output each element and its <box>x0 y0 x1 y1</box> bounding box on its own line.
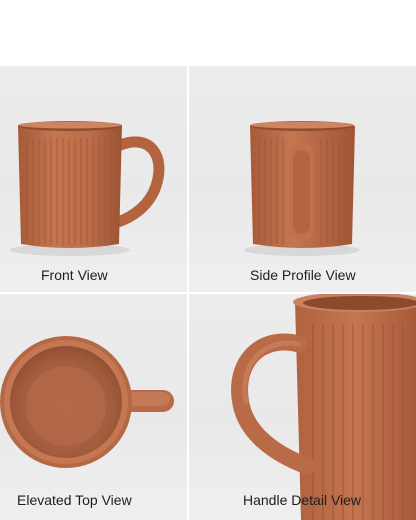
front-view-panel: Front View <box>0 66 187 292</box>
panel-caption: Elevated Top View <box>17 492 132 508</box>
mug-side-image <box>244 121 360 256</box>
panel-caption: Handle Detail View <box>243 492 362 508</box>
top-view-panel: Elevated Top View <box>0 294 187 520</box>
panel-caption: Side Profile View <box>250 267 356 283</box>
mug-front-image <box>10 121 165 256</box>
side-profile-panel: Side Profile View <box>189 66 416 292</box>
handle-detail-panel: Handle Detail View <box>189 294 416 520</box>
mug-top-image <box>0 336 174 468</box>
panel-caption: Front View <box>41 267 108 283</box>
product-image-grid: Front View Side Profile View Elevated To… <box>0 66 416 520</box>
mug-handle-image <box>231 294 416 520</box>
